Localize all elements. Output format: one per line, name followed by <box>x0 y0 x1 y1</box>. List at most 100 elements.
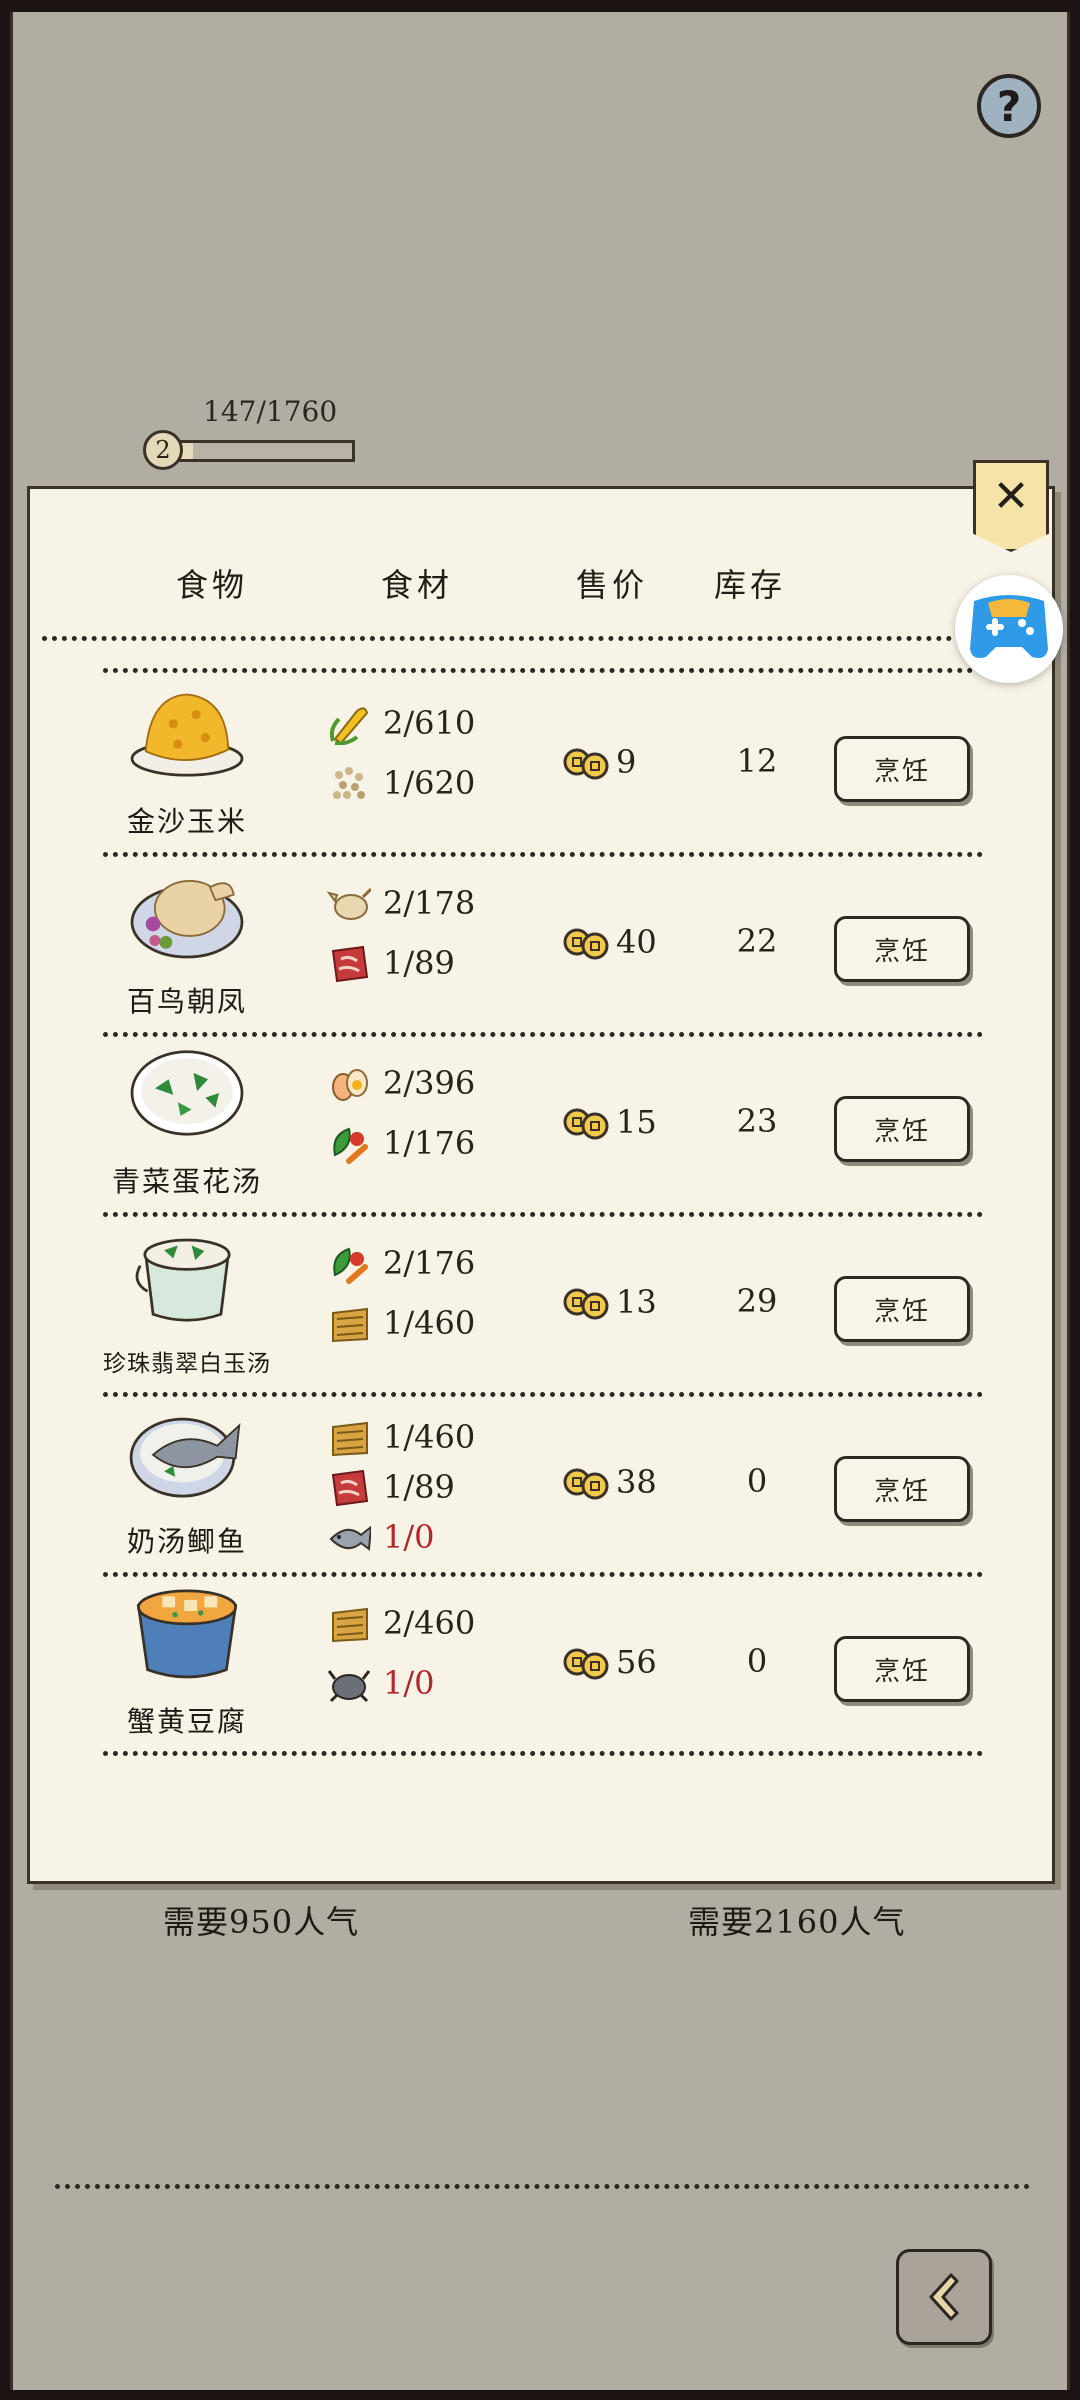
ingredient-item: 1/460 <box>327 1300 475 1346</box>
ingredient-item: 1/89 <box>327 1464 455 1510</box>
ingredient-item: 1/620 <box>327 760 475 806</box>
price-value: 9 <box>616 743 637 781</box>
stock-value: 22 <box>736 922 778 960</box>
ingredient-amount: 2/176 <box>383 1244 476 1282</box>
popularity-progress-text: 147/1760 <box>203 395 338 428</box>
cook-button[interactable]: 烹饪 <box>834 736 970 802</box>
ingredient-item: 2/176 <box>327 1240 475 1286</box>
close-button[interactable]: ✕ <box>973 460 1049 552</box>
price: 40 <box>562 922 657 962</box>
ingredient-amount: 1/89 <box>383 1468 455 1506</box>
coin-icon <box>563 1288 609 1320</box>
ingredient-item: 2/178 <box>327 880 475 926</box>
stock-value: 23 <box>736 1102 778 1140</box>
jade-tofu-soup-icon <box>135 1238 231 1322</box>
meat-icon <box>331 945 369 983</box>
close-icon: ✕ <box>992 471 1030 522</box>
dish-name: 金沙玉米 <box>126 805 247 838</box>
price: 9 <box>562 742 636 782</box>
ingredient-amount: 1/0 <box>383 1664 435 1702</box>
chevron-left-icon <box>929 2273 959 2321</box>
dish-name: 奶汤鲫鱼 <box>126 1525 247 1558</box>
cook-button[interactable]: 烹饪 <box>834 1096 970 1162</box>
coin-icon <box>563 928 609 960</box>
ingredient-item: 1/176 <box>327 1120 475 1166</box>
grain-sack-icon <box>332 1607 368 1643</box>
game-center-button[interactable] <box>955 575 1063 683</box>
grain-sack-icon <box>332 1307 368 1343</box>
price-value: 38 <box>616 1463 657 1501</box>
help-icon: ? <box>996 81 1022 131</box>
cook-button[interactable]: 烹饪 <box>834 1636 970 1702</box>
grain-icon <box>333 767 365 799</box>
coin-icon <box>563 748 609 780</box>
ingredient-amount: 1/0 <box>383 1518 435 1556</box>
price: 15 <box>562 1102 657 1142</box>
meat-icon <box>331 1469 369 1507</box>
dish-name: 珍珠翡翠白玉汤 <box>103 1351 271 1377</box>
crab-tofu-dish-icon <box>136 1589 238 1679</box>
popularity-progress-bar <box>175 440 355 462</box>
price-value: 56 <box>616 1643 657 1681</box>
fish-icon <box>329 1525 371 1551</box>
stock-value: 29 <box>736 1282 778 1320</box>
ingredient-item: 1/89 <box>327 940 455 986</box>
level-badge: 2 <box>143 430 183 470</box>
ingredient-amount: 1/460 <box>383 1418 476 1456</box>
ingredient-amount: 1/89 <box>383 944 455 982</box>
ingredient-item: 1/0 <box>327 1514 435 1560</box>
price: 56 <box>562 1642 657 1682</box>
ingredient-amount: 2/610 <box>383 704 476 742</box>
column-header-ingredients: 食材 <box>381 566 454 604</box>
row-divider <box>103 1751 983 1756</box>
ingredient-item: 2/396 <box>327 1060 475 1106</box>
gamepad-icon <box>970 595 1048 658</box>
vegetable-icon <box>333 1127 368 1164</box>
help-button[interactable]: ? <box>977 74 1041 138</box>
recipe-row: 蟹黄豆腐 2/460 1/0 56 0 烹饪 <box>27 1572 1055 1752</box>
column-header-price: 售价 <box>576 566 649 604</box>
ingredient-item: 1/460 <box>327 1414 475 1460</box>
column-header-food: 食物 <box>176 566 249 604</box>
stock-value: 0 <box>746 1642 768 1680</box>
back-button[interactable] <box>896 2249 992 2345</box>
dish-name: 青菜蛋花汤 <box>111 1165 262 1198</box>
ingredient-amount: 2/396 <box>383 1064 476 1102</box>
price-value: 13 <box>616 1283 657 1321</box>
recipe-row: 奶汤鲫鱼 1/460 1/89 1/0 38 0 烹饪 <box>27 1392 1055 1572</box>
crab-icon <box>327 1670 371 1703</box>
recipe-row: 金沙玉米 2/610 1/620 9 12 烹饪 <box>27 672 1055 852</box>
egg-icon <box>332 1069 368 1101</box>
cook-button[interactable]: 烹饪 <box>834 1456 970 1522</box>
cook-button[interactable]: 烹饪 <box>834 916 970 982</box>
dish-name: 蟹黄豆腐 <box>126 1705 247 1738</box>
ingredient-amount: 1/460 <box>383 1304 476 1342</box>
bottom-divider <box>55 2184 1030 2189</box>
corn-icon <box>329 707 369 745</box>
stock-value: 0 <box>746 1462 768 1500</box>
vegetable-icon <box>333 1247 368 1284</box>
cook-button[interactable]: 烹饪 <box>834 1276 970 1342</box>
price: 38 <box>562 1462 657 1502</box>
column-header-stock: 库存 <box>714 566 787 604</box>
price: 13 <box>562 1282 657 1322</box>
requirement-text-left: 需要950人气 <box>163 1903 360 1941</box>
ingredient-amount: 2/460 <box>383 1604 476 1642</box>
ingredient-item: 2/610 <box>327 700 475 746</box>
egg-veggie-soup-icon <box>130 1050 244 1136</box>
coin-icon <box>563 1468 609 1500</box>
coin-icon <box>563 1648 609 1680</box>
ingredient-amount: 1/176 <box>383 1124 476 1162</box>
roast-chicken-dish-icon <box>130 880 244 959</box>
grain-sack-icon <box>332 1421 368 1457</box>
recipe-row: 珍珠翡翠白玉汤 2/176 1/460 13 29 烹饪 <box>27 1212 1055 1392</box>
fish-soup-icon <box>129 1417 241 1498</box>
ingredient-item: 1/0 <box>327 1660 435 1706</box>
ingredient-amount: 2/178 <box>383 884 476 922</box>
recipe-row: 百鸟朝凤 2/178 1/89 40 22 烹饪 <box>27 852 1055 1032</box>
stock-value: 12 <box>736 742 778 780</box>
price-value: 40 <box>616 923 657 961</box>
recipe-row: 青菜蛋花汤 2/396 1/176 15 23 烹饪 <box>27 1032 1055 1212</box>
ingredient-item: 2/460 <box>327 1600 475 1646</box>
chicken-icon <box>327 887 371 920</box>
